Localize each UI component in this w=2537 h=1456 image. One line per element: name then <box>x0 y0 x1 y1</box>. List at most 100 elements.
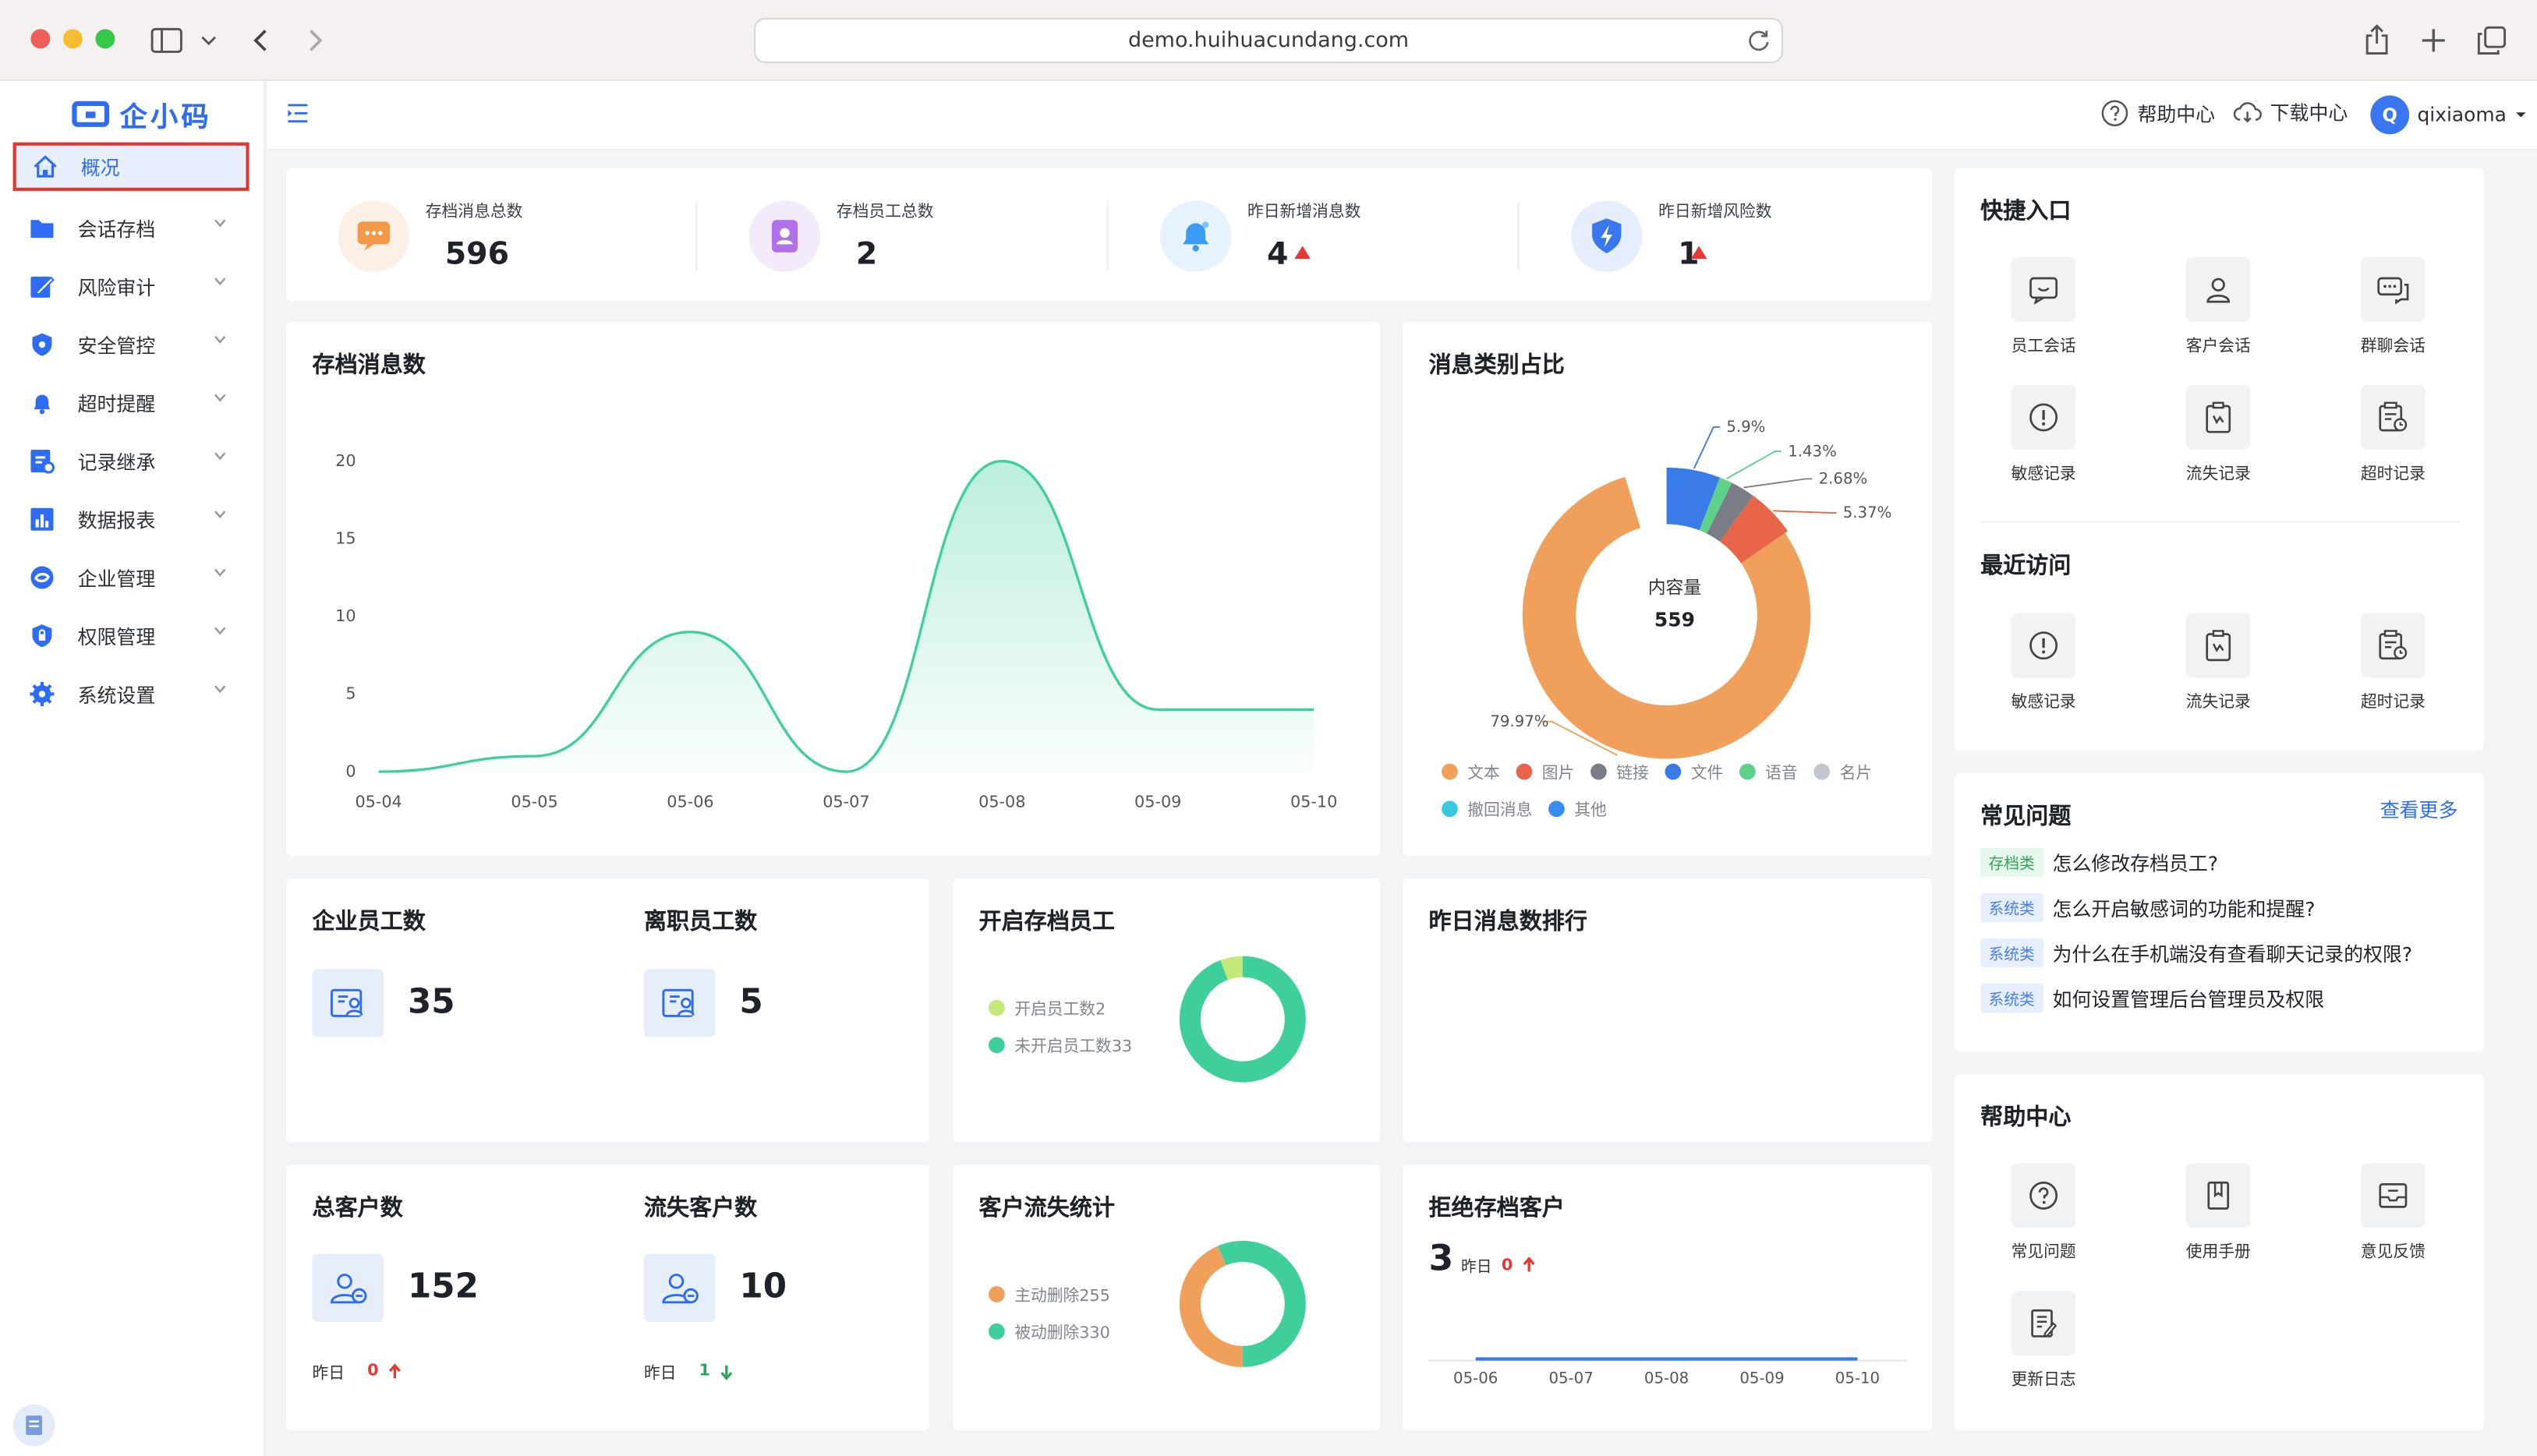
help-label: 使用手册 <box>2185 1244 2251 1262</box>
stat-new-messages[interactable]: 昨日新增消息数 4 <box>1109 168 1520 301</box>
document-icon[interactable] <box>12 1404 55 1447</box>
forward-icon[interactable] <box>298 23 334 58</box>
legend-item[interactable]: 被动删除330 <box>989 1319 1110 1343</box>
sidebar-item-timeout-reminder[interactable]: 超时提醒 <box>13 379 249 427</box>
legend-item[interactable]: 开启员工数2 <box>989 995 1132 1020</box>
legend-item[interactable]: 撤回消息 <box>1442 796 1532 820</box>
pie-slice <box>1179 1246 1243 1367</box>
sidebar-item-enterprise[interactable]: 企业管理 <box>13 553 249 602</box>
download-center-link[interactable]: 下载中心 <box>2233 99 2348 126</box>
view-more-link[interactable]: 查看更多 <box>2380 796 2458 823</box>
customer-icon <box>643 1253 716 1322</box>
address-bar[interactable]: demo.huihuacundang.com <box>754 17 1783 63</box>
maximize-window-button[interactable] <box>95 29 115 49</box>
stat-label: 昨日新增消息数 <box>1247 203 1361 222</box>
sidebar-toggle-icon[interactable] <box>149 23 185 58</box>
help-center-link[interactable]: 帮助中心 <box>2100 99 2215 128</box>
stat-new-risks[interactable]: 昨日新增风险数 1 <box>1520 168 1932 301</box>
customer-icon <box>312 1253 384 1322</box>
faq-item[interactable]: 系统类 为什么在手机端没有查看聊天记录的权限? <box>1980 938 2412 968</box>
chevron-down-icon <box>214 277 226 286</box>
rejected-line-chart: 05-06 05-07 05-08 05-09 05-10 <box>1428 1357 1908 1387</box>
customer-lost-yesterday: 昨日 1 <box>644 1359 733 1384</box>
close-window-button[interactable] <box>30 29 51 49</box>
recent-lost-records[interactable]: 流失记录 <box>2153 613 2283 712</box>
card-title: 快捷入口 <box>1980 199 2072 225</box>
customer-total-label: 总客户数 <box>312 1195 403 1222</box>
help-changelog[interactable]: 更新日志 <box>1979 1291 2108 1390</box>
help-faq[interactable]: 常见问题 <box>1979 1163 2108 1262</box>
legend-item[interactable]: 其他 <box>1548 796 1607 820</box>
faq-item[interactable]: 系统类 怎么开启敏感词的功能和提醒? <box>1980 892 2316 923</box>
legend-item[interactable]: 文件 <box>1665 758 1723 783</box>
legend-item[interactable]: 未开启员工数33 <box>989 1032 1132 1056</box>
sidebar-item-archive[interactable]: 会话存档 <box>13 204 249 253</box>
quick-customer-chat[interactable]: 客户会话 <box>2153 257 2283 356</box>
faq-item[interactable]: 存档类 怎么修改存档员工? <box>1980 847 2218 877</box>
minimize-window-button[interactable] <box>62 29 83 49</box>
brand-logo[interactable]: 企小码 <box>71 94 212 134</box>
stat-archived-messages[interactable]: 存档消息总数 596 <box>286 168 698 301</box>
sidebar-item-risk-audit[interactable]: 风险审计 <box>13 262 249 310</box>
quick-employee-chat[interactable]: 员工会话 <box>1979 257 2108 356</box>
quick-group-chat[interactable]: 群聊会话 <box>2328 257 2457 356</box>
y-tick-label: 10 <box>335 606 356 625</box>
faq-text: 如何设置管理后台管理员及权限 <box>2052 988 2325 1011</box>
sidebar-item-settings[interactable]: 系统设置 <box>13 670 249 718</box>
sidebar-item-record-inherit[interactable]: 记录继承 <box>13 436 249 485</box>
bell-icon <box>1159 200 1232 272</box>
x-tick-label: 05-09 <box>1739 1369 1784 1387</box>
legend-item[interactable]: 链接 <box>1590 758 1649 783</box>
user-menu[interactable]: Q qixiaoma <box>2370 95 2528 135</box>
sidebar-item-label: 系统设置 <box>77 683 156 706</box>
help-manual[interactable]: 使用手册 <box>2153 1163 2283 1262</box>
help-feedback[interactable]: 意见反馈 <box>2328 1163 2457 1262</box>
question-icon <box>2011 1163 2076 1228</box>
stat-archived-employees[interactable]: 存档员工总数 2 <box>697 168 1109 301</box>
chevron-down-icon <box>214 511 226 519</box>
clipboard-icon <box>2185 613 2251 678</box>
sidebar-item-label: 概况 <box>80 156 120 179</box>
quick-label: 客户会话 <box>2185 337 2251 356</box>
sidebar-item-overview[interactable]: 概况 <box>12 142 249 191</box>
yesterday-value: 1 <box>699 1362 710 1380</box>
faq-item[interactable]: 系统类 如何设置管理后台管理员及权限 <box>1980 983 2325 1013</box>
help-center-label: 帮助中心 <box>2137 102 2216 125</box>
legend-item[interactable]: 文本 <box>1442 758 1500 783</box>
legend-item[interactable]: 语音 <box>1739 758 1798 783</box>
card-title: 最近访问 <box>1980 553 2072 580</box>
legend-item[interactable]: 名片 <box>1813 758 1872 783</box>
quick-label: 员工会话 <box>2011 337 2076 356</box>
arrow-down-icon <box>720 1364 733 1380</box>
recent-label: 流失记录 <box>2185 694 2251 712</box>
sidebar-item-reports[interactable]: 数据报表 <box>13 495 249 543</box>
archive-staff-donut <box>1179 956 1306 1083</box>
sidebar-item-security[interactable]: 安全管控 <box>13 320 249 369</box>
card-title: 开启存档员工 <box>978 909 1115 935</box>
sidebar-item-label: 风险审计 <box>77 275 156 299</box>
y-tick-label: 20 <box>335 451 356 470</box>
quick-lost-records[interactable]: 流失记录 <box>2153 384 2283 484</box>
quick-label: 超时记录 <box>2360 465 2426 484</box>
arrow-up-icon <box>388 1362 401 1378</box>
sidebar-item-permission[interactable]: 权限管理 <box>13 612 249 660</box>
chevron-down-icon[interactable] <box>191 23 227 58</box>
back-icon[interactable] <box>242 23 278 58</box>
new-tab-icon[interactable] <box>2415 23 2451 58</box>
legend-item[interactable]: 主动删除255 <box>989 1281 1110 1306</box>
sidebar-item-label: 超时提醒 <box>77 392 156 415</box>
recent-sensitive-records[interactable]: 敏感记录 <box>1979 613 2108 712</box>
chevron-down-icon <box>214 568 226 577</box>
quick-sensitive-records[interactable]: 敏感记录 <box>1979 384 2108 484</box>
menu-collapse-icon[interactable] <box>286 101 309 131</box>
legend-item[interactable]: 图片 <box>1516 758 1574 783</box>
leader-line <box>1693 426 1721 469</box>
share-icon[interactable] <box>2359 23 2395 58</box>
quick-timeout-records[interactable]: 超时记录 <box>2328 384 2457 484</box>
employee-left-value: 5 <box>739 981 763 1021</box>
x-tick-label: 05-07 <box>823 793 869 811</box>
recent-timeout-records[interactable]: 超时记录 <box>2328 613 2457 712</box>
logo-icon <box>72 100 110 126</box>
reload-icon[interactable] <box>1746 27 1771 60</box>
tab-overview-icon[interactable] <box>2474 23 2510 58</box>
